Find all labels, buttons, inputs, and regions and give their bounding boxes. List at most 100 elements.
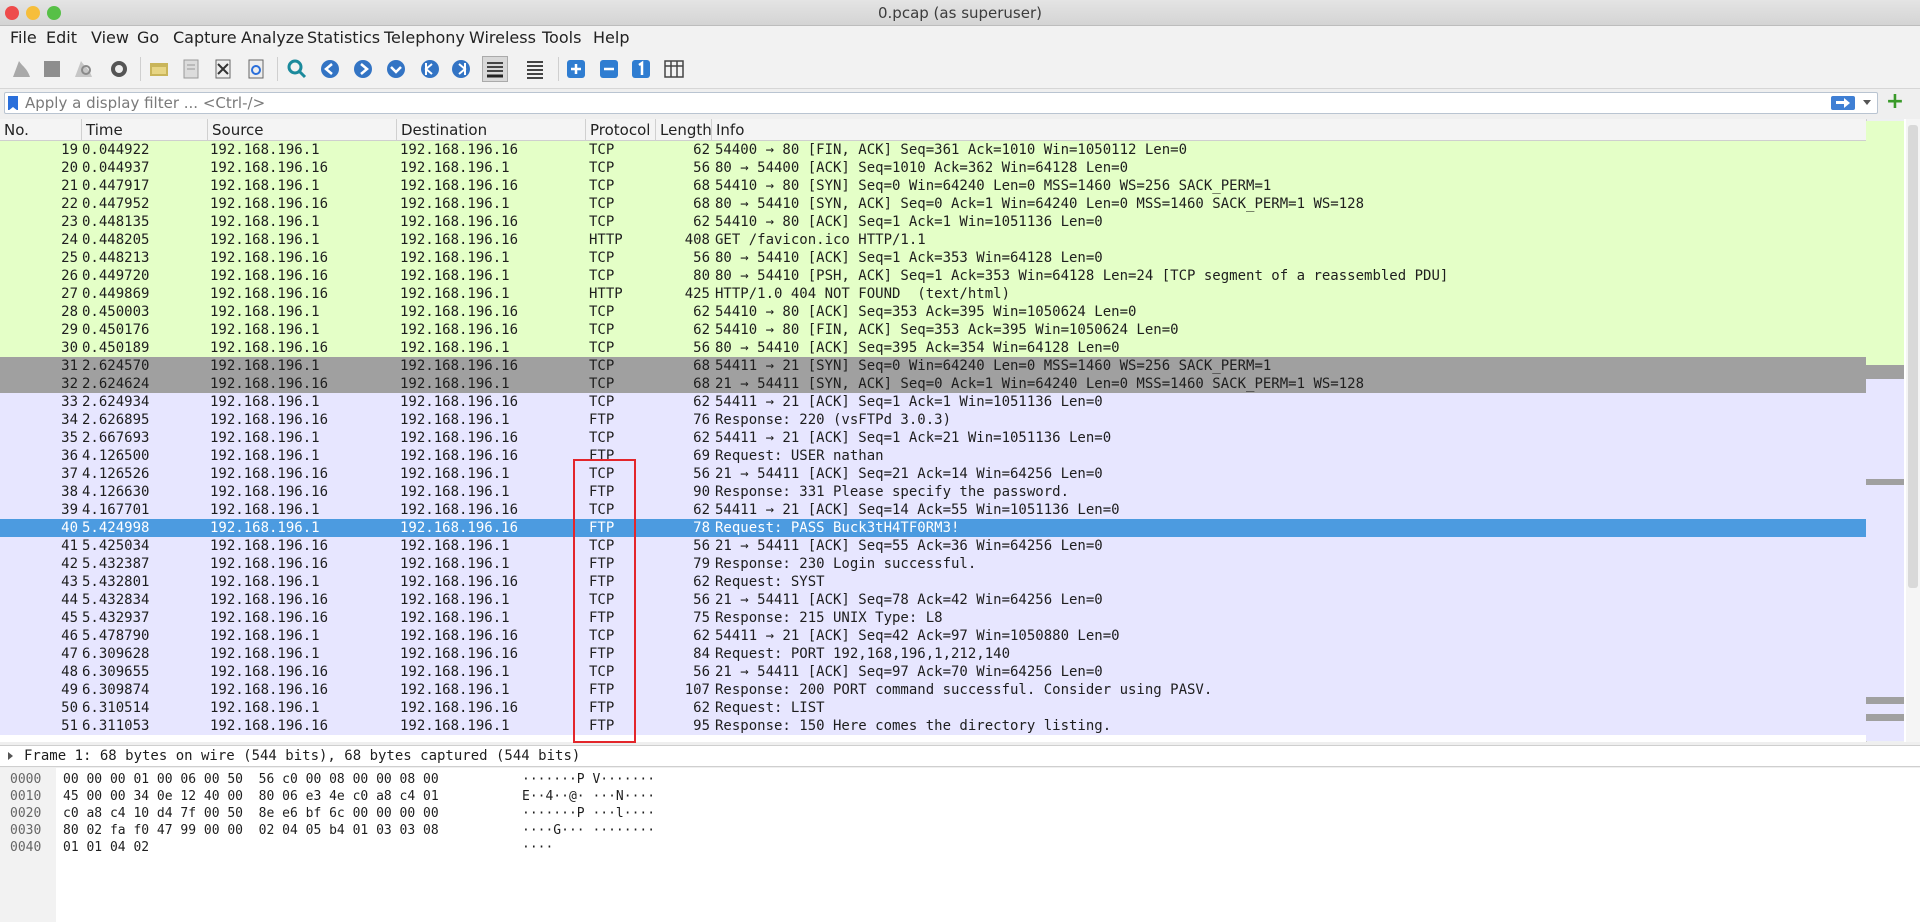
apply-filter-icon[interactable] — [1831, 96, 1855, 110]
menu-statistics[interactable]: Statistics — [307, 28, 380, 47]
table-row[interactable]: 37 4.126526 192.168.196.16 192.168.196.1 TCP… — [0, 465, 1866, 483]
menu-edit[interactable]: Edit — [46, 28, 77, 47]
packet-source: 192.168.196.16 — [210, 466, 329, 482]
packet-info: 21 → 54411 [SYN, ACK] Seq=0 Ack=1 Win=64… — [715, 376, 1365, 392]
table-row[interactable]: 50 6.310514 192.168.196.1 192.168.196.16 FTP… — [0, 699, 1866, 717]
first-packet-icon[interactable] — [417, 56, 443, 82]
packet-destination: 192.168.196.1 — [400, 466, 510, 482]
go-to-packet-icon[interactable] — [383, 56, 409, 82]
stop-capture-icon[interactable] — [39, 56, 65, 82]
frame-summary[interactable]: Frame 1: 68 bytes on wire (544 bits), 68… — [24, 748, 580, 764]
normal-size-icon[interactable] — [628, 56, 654, 82]
packet-source: 192.168.196.1 — [210, 214, 320, 230]
table-row[interactable]: 39 4.167701 192.168.196.1 192.168.196.16 TCP… — [0, 501, 1866, 519]
table-row[interactable]: 32 2.624624 192.168.196.16 192.168.196.1 TCP… — [0, 375, 1866, 393]
table-row[interactable]: 34 2.626895 192.168.196.16 192.168.196.1 FTP… — [0, 411, 1866, 429]
menu-tools[interactable]: Tools — [542, 28, 581, 47]
table-row-selected[interactable]: 40 5.424998 192.168.196.1 192.168.196.16 FTP… — [0, 519, 1866, 537]
table-row[interactable]: 35 2.667693 192.168.196.1 192.168.196.16 TCP… — [0, 429, 1866, 447]
menu-capture[interactable]: Capture — [173, 28, 237, 47]
menu-telephony[interactable]: Telephony — [384, 28, 465, 47]
table-row[interactable]: 29 0.450176 192.168.196.1 192.168.196.16 TCP… — [0, 321, 1866, 339]
table-row[interactable]: 22 0.447952 192.168.196.16 192.168.196.1 TCP… — [0, 195, 1866, 213]
chevron-down-icon[interactable] — [1863, 100, 1871, 105]
table-row[interactable]: 30 0.450189 192.168.196.16 192.168.196.1 TCP… — [0, 339, 1866, 357]
packet-source: 192.168.196.16 — [210, 664, 329, 680]
table-row[interactable]: 25 0.448213 192.168.196.16 192.168.196.1 TCP… — [0, 249, 1866, 267]
menu-view[interactable]: View — [91, 28, 129, 47]
packet-protocol: TCP — [589, 394, 615, 410]
table-row[interactable]: 26 0.449720 192.168.196.16 192.168.196.1 TCP… — [0, 267, 1866, 285]
display-filter-input[interactable]: Apply a display filter ... <Ctrl-/> — [4, 92, 1878, 114]
zoom-in-icon[interactable] — [563, 56, 589, 82]
table-row[interactable]: 49 6.309874 192.168.196.16 192.168.196.1 FTP… — [0, 681, 1866, 699]
table-row[interactable]: 44 5.432834 192.168.196.16 192.168.196.1 TCP… — [0, 591, 1866, 609]
menu-wireless[interactable]: Wireless — [469, 28, 536, 47]
bytes-offset: 0010 — [10, 789, 42, 804]
column-header-time[interactable]: Time — [82, 119, 208, 141]
last-packet-icon[interactable] — [448, 56, 474, 82]
bookmark-icon[interactable] — [8, 96, 18, 111]
packet-protocol: FTP — [589, 682, 615, 698]
column-header-protocol[interactable]: Protocol — [586, 119, 656, 141]
table-row[interactable]: 47 6.309628 192.168.196.1 192.168.196.16 FTP… — [0, 645, 1866, 663]
menu-file[interactable]: File — [10, 28, 37, 47]
table-row[interactable]: 24 0.448205 192.168.196.1 192.168.196.16 HTT… — [0, 231, 1866, 249]
table-row[interactable]: 46 5.478790 192.168.196.1 192.168.196.16 TCP… — [0, 627, 1866, 645]
column-header-info[interactable]: Info — [712, 119, 1866, 141]
table-row[interactable]: 41 5.425034 192.168.196.16 192.168.196.1 TCP… — [0, 537, 1866, 555]
table-row[interactable]: 19 0.044922 192.168.196.1 192.168.196.16 TCP… — [0, 141, 1866, 159]
menu-go[interactable]: Go — [137, 28, 159, 47]
zoom-out-icon[interactable] — [596, 56, 622, 82]
packet-destination: 192.168.196.1 — [400, 160, 510, 176]
start-capture-icon[interactable] — [8, 56, 34, 82]
packet-protocol: TCP — [589, 502, 615, 518]
table-row[interactable]: 27 0.449869 192.168.196.16 192.168.196.1 HTT… — [0, 285, 1866, 303]
packet-list-scrollbar-thumb[interactable] — [1908, 125, 1918, 588]
save-file-icon[interactable] — [178, 56, 204, 82]
go-forward-icon[interactable] — [350, 56, 376, 82]
packet-destination: 192.168.196.1 — [400, 556, 510, 572]
autoscroll-icon[interactable] — [482, 56, 508, 82]
packet-info: 80 → 54410 [ACK] Seq=1 Ack=353 Win=64128… — [715, 250, 1103, 266]
menu-help[interactable]: Help — [593, 28, 629, 47]
table-row[interactable]: 51 6.311053 192.168.196.16 192.168.196.1 FTP… — [0, 717, 1866, 735]
table-row[interactable]: 45 5.432937 192.168.196.16 192.168.196.1 FTP… — [0, 609, 1866, 627]
expand-arrow-icon[interactable] — [8, 752, 13, 760]
table-row[interactable]: 23 0.448135 192.168.196.1 192.168.196.16 TCP… — [0, 213, 1866, 231]
table-row[interactable]: 43 5.432801 192.168.196.1 192.168.196.16 FTP… — [0, 573, 1866, 591]
column-header-length[interactable]: Length — [656, 119, 712, 141]
packet-destination: 192.168.196.16 — [400, 178, 519, 194]
table-row[interactable]: 33 2.624934 192.168.196.1 192.168.196.16 TCP… — [0, 393, 1866, 411]
table-row[interactable]: 48 6.309655 192.168.196.16 192.168.196.1 TCP… — [0, 663, 1866, 681]
capture-options-icon[interactable] — [106, 56, 132, 82]
table-row[interactable]: 36 4.126500 192.168.196.1 192.168.196.16 FTP… — [0, 447, 1866, 465]
packet-protocol: TCP — [589, 214, 615, 230]
table-row[interactable]: 20 0.044937 192.168.196.16 192.168.196.1 TCP… — [0, 159, 1866, 177]
restart-capture-icon[interactable] — [70, 56, 96, 82]
close-file-icon[interactable] — [210, 56, 236, 82]
colorize-icon[interactable] — [522, 56, 548, 82]
column-header-source[interactable]: Source — [208, 119, 397, 141]
menu-analyze[interactable]: Analyze — [241, 28, 304, 47]
packet-length: 62 — [693, 628, 710, 644]
packet-no: 40 — [61, 520, 78, 536]
table-row[interactable]: 38 4.126630 192.168.196.16 192.168.196.1 FTP… — [0, 483, 1866, 501]
table-row[interactable]: 21 0.447917 192.168.196.1 192.168.196.16 TCP… — [0, 177, 1866, 195]
packet-destination: 192.168.196.1 — [400, 268, 510, 284]
packet-no: 31 — [61, 358, 78, 374]
find-packet-icon[interactable] — [284, 56, 310, 82]
packet-no: 51 — [61, 718, 78, 734]
resize-columns-icon[interactable] — [661, 56, 687, 82]
go-back-icon[interactable] — [317, 56, 343, 82]
packet-protocol: FTP — [589, 574, 615, 590]
reload-file-icon[interactable] — [243, 56, 269, 82]
column-header-destination[interactable]: Destination — [397, 119, 586, 141]
packet-time: 0.044922 — [82, 142, 150, 158]
open-file-icon[interactable] — [146, 56, 172, 82]
table-row[interactable]: 42 5.432387 192.168.196.16 192.168.196.1 FTP… — [0, 555, 1866, 573]
add-filter-button-icon[interactable]: + — [1884, 91, 1906, 114]
column-header-no[interactable]: No. — [0, 119, 82, 141]
table-row[interactable]: 28 0.450003 192.168.196.1 192.168.196.16 TCP… — [0, 303, 1866, 321]
table-row[interactable]: 31 2.624570 192.168.196.1 192.168.196.16 TCP… — [0, 357, 1866, 375]
